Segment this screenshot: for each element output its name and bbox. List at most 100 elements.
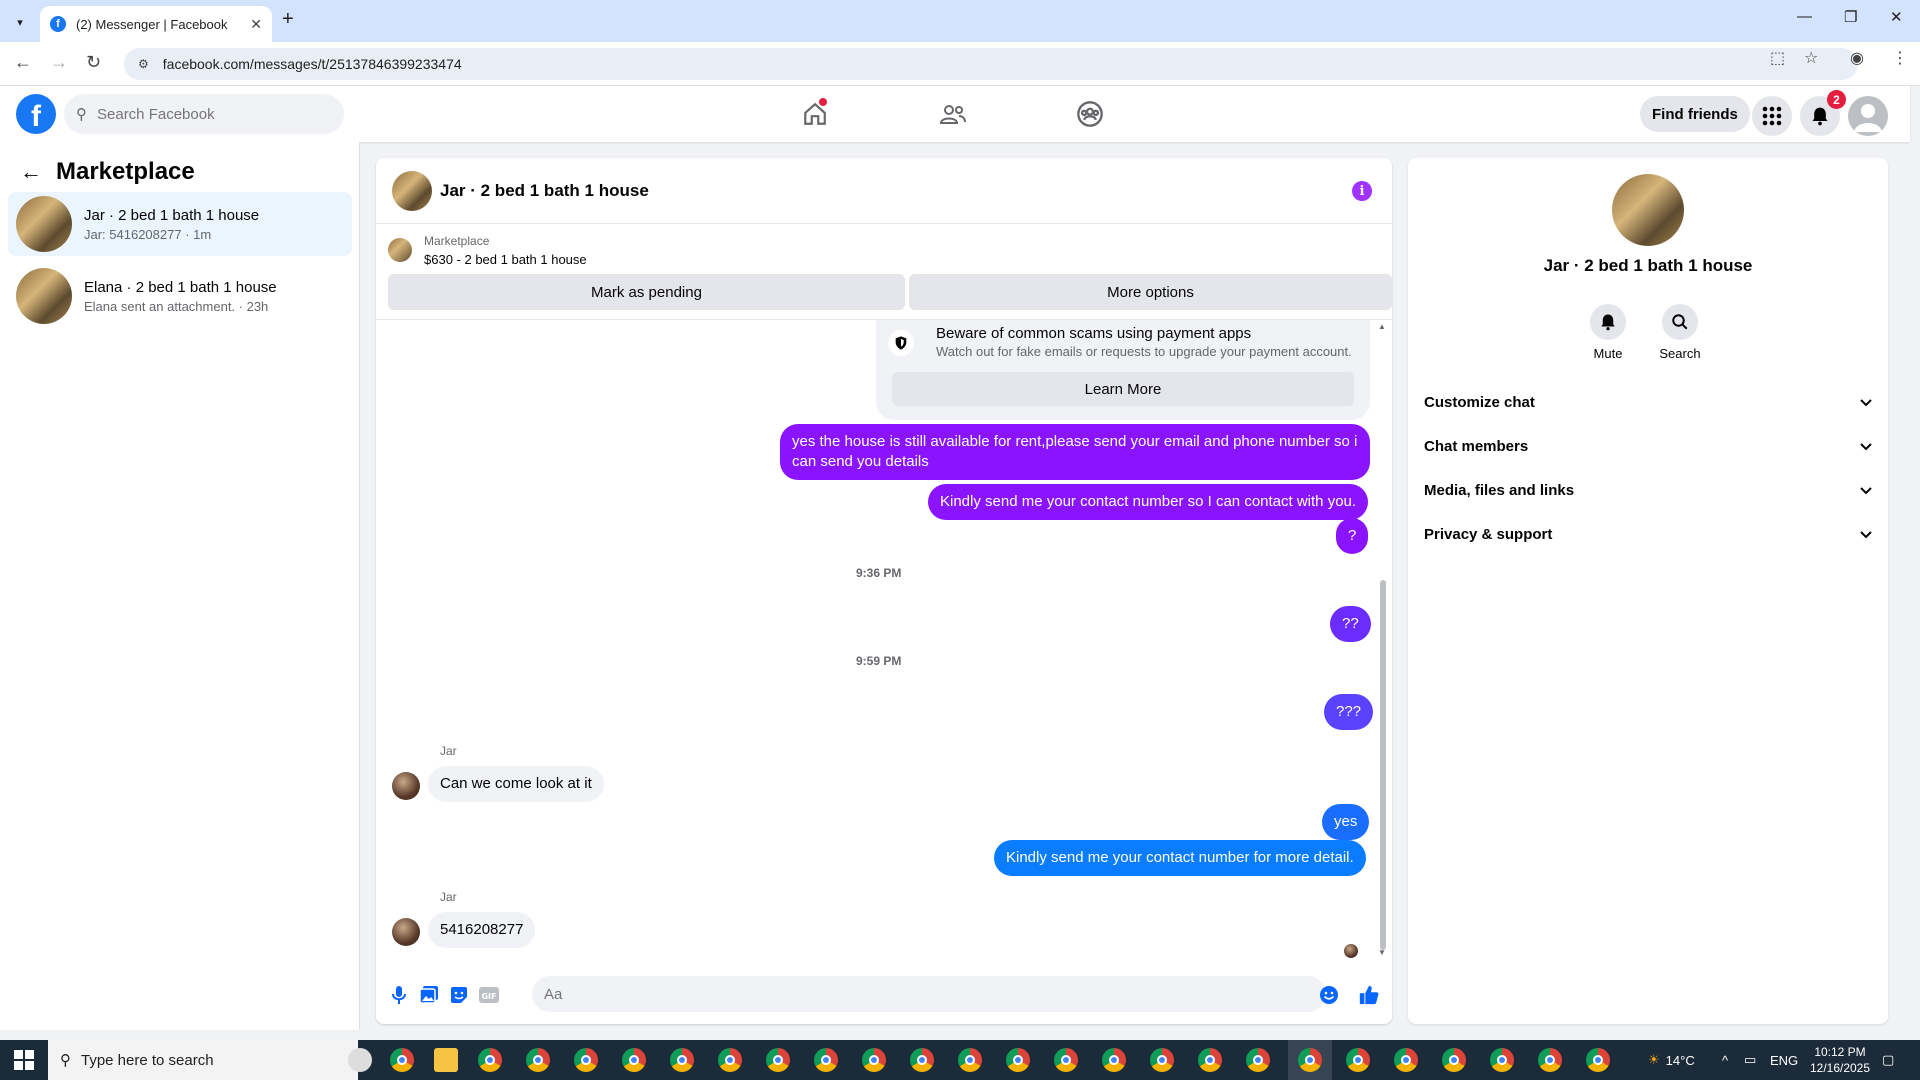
search-action[interactable]: Search — [1650, 304, 1710, 361]
chrome-icon[interactable] — [670, 1048, 694, 1072]
message-scrollbar[interactable]: ▲ ▼ — [1378, 320, 1388, 960]
taskbar-clock[interactable]: 10:12 PM 12/16/2025 — [1800, 1044, 1880, 1076]
message-bubble-outgoing[interactable]: Kindly send me your contact number so I … — [928, 484, 1369, 520]
message-input[interactable] — [544, 985, 1264, 1003]
url-field[interactable]: ⚙ facebook.com/messages/t/25137846399233… — [124, 48, 1858, 80]
message-bubble-outgoing[interactable]: ? — [1336, 518, 1369, 554]
facebook-logo[interactable]: f — [16, 94, 56, 134]
facebook-search[interactable]: ⚲ — [64, 94, 344, 134]
browser-menu-icon[interactable]: ⋮ — [1892, 48, 1908, 68]
message-bubble-outgoing[interactable]: ??? — [1324, 694, 1374, 730]
message-bubble-outgoing[interactable]: Kindly send me your contact number for m… — [994, 840, 1366, 876]
message-bubble-incoming[interactable]: Can we come look at it — [428, 766, 604, 802]
browser-tab[interactable]: f (2) Messenger | Facebook ✕ — [40, 6, 272, 42]
chrome-icon[interactable] — [1490, 1048, 1514, 1072]
chat-avatar[interactable] — [392, 170, 432, 211]
scroll-up-icon[interactable]: ▲ — [1378, 322, 1386, 331]
chrome-icon[interactable] — [1394, 1048, 1418, 1072]
microphone-icon[interactable] — [388, 984, 410, 1006]
restore-icon[interactable]: ❐ — [1844, 8, 1857, 26]
chrome-icon[interactable] — [390, 1048, 414, 1072]
sender-avatar[interactable] — [392, 772, 420, 800]
window-close-icon[interactable]: ✕ — [1890, 8, 1903, 26]
chrome-icon[interactable] — [622, 1048, 646, 1072]
chrome-icon[interactable] — [1246, 1048, 1270, 1072]
tab-search-icon[interactable]: ▾ — [8, 10, 32, 34]
conversation-item-jar[interactable]: Jar · 2 bed 1 bath 1 house Jar: 54162082… — [8, 192, 352, 256]
conversation-item-elana[interactable]: Elana · 2 bed 1 bath 1 house Elana sent … — [8, 264, 352, 328]
more-options-button[interactable]: More options — [909, 274, 1392, 310]
gif-icon[interactable]: GIF — [478, 984, 500, 1006]
chrome-icon[interactable] — [814, 1048, 838, 1072]
chrome-icon[interactable] — [910, 1048, 934, 1072]
listing-thumbnail[interactable] — [388, 238, 412, 262]
back-arrow-icon[interactable]: ← — [20, 159, 42, 185]
message-bubble-outgoing[interactable]: yes the house is still available for ren… — [780, 424, 1370, 480]
chrome-icon[interactable] — [1102, 1048, 1126, 1072]
tab-close-icon[interactable]: ✕ — [250, 16, 262, 33]
groups-nav-icon[interactable] — [1072, 96, 1108, 132]
windows-start-icon[interactable] — [14, 1050, 34, 1070]
mute-action[interactable]: Mute — [1578, 304, 1638, 361]
chrome-icon[interactable] — [526, 1048, 550, 1072]
reload-icon[interactable]: ↻ — [86, 52, 101, 73]
message-bubble-outgoing[interactable]: yes — [1322, 804, 1370, 840]
scroll-down-icon[interactable]: ▼ — [1378, 948, 1386, 957]
learn-more-button[interactable]: Learn More — [892, 372, 1354, 406]
chat-title[interactable]: Jar · 2 bed 1 bath 1 house — [440, 181, 649, 201]
notifications-bell-icon[interactable]: 2 — [1800, 90, 1846, 136]
friends-nav-icon[interactable] — [935, 96, 971, 132]
message-bubble-incoming[interactable]: 5416208277 — [428, 912, 536, 948]
chrome-icon[interactable] — [862, 1048, 886, 1072]
photo-attach-icon[interactable] — [418, 984, 440, 1006]
chrome-icon[interactable] — [766, 1048, 790, 1072]
site-info-icon[interactable]: ⚙ — [138, 57, 149, 71]
forward-icon[interactable]: → — [50, 52, 68, 73]
network-icon[interactable]: ▭ — [1744, 1040, 1756, 1080]
contact-avatar[interactable] — [1612, 174, 1684, 246]
chrome-icon[interactable] — [1054, 1048, 1078, 1072]
notification-center-icon[interactable]: ▢ — [1882, 1040, 1894, 1080]
chrome-icon[interactable] — [1538, 1048, 1562, 1072]
chrome-icon[interactable] — [1298, 1048, 1322, 1072]
chrome-icon[interactable] — [574, 1048, 598, 1072]
account-avatar[interactable] — [1848, 96, 1888, 136]
bell-icon[interactable] — [1590, 304, 1626, 340]
chrome-icon[interactable] — [1442, 1048, 1466, 1072]
file-explorer-icon[interactable] — [434, 1048, 458, 1072]
message-input-field[interactable] — [532, 976, 1326, 1012]
chrome-icon[interactable] — [1150, 1048, 1174, 1072]
chrome-icon[interactable] — [1586, 1048, 1610, 1072]
listing-price[interactable]: $630 - 2 bed 1 bath 1 house — [424, 252, 587, 267]
back-icon[interactable]: ← — [14, 52, 32, 73]
thumbs-up-icon[interactable] — [1358, 984, 1380, 1006]
chrome-icon[interactable] — [958, 1048, 982, 1072]
language-indicator[interactable]: ENG — [1770, 1040, 1798, 1080]
taskbar-search[interactable]: ⚲ Type here to search — [48, 1040, 358, 1080]
home-nav-icon[interactable] — [797, 96, 833, 132]
weather-widget[interactable]: ☀ 14°C — [1648, 1040, 1695, 1080]
mark-as-pending-button[interactable]: Mark as pending — [388, 274, 905, 310]
find-friends-button[interactable]: Find friends — [1640, 96, 1750, 132]
tray-chevron-icon[interactable]: ^ — [1722, 1040, 1728, 1080]
profile-icon[interactable]: ◉ — [1850, 48, 1864, 68]
media-files-links-section[interactable]: Media, files and links — [1424, 468, 1872, 512]
magnifier-icon[interactable] — [1662, 304, 1698, 340]
conversation-info-icon[interactable]: i — [1352, 181, 1372, 201]
chrome-icon[interactable] — [1198, 1048, 1222, 1072]
chrome-icon[interactable] — [718, 1048, 742, 1072]
facebook-search-input[interactable] — [97, 105, 317, 123]
chrome-icon[interactable] — [1006, 1048, 1030, 1072]
new-tab-icon[interactable]: + — [282, 8, 294, 31]
chrome-icon[interactable] — [478, 1048, 502, 1072]
message-bubble-outgoing[interactable]: ?? — [1330, 606, 1371, 642]
scrollbar-thumb[interactable] — [1380, 580, 1386, 950]
chrome-icon[interactable] — [1346, 1048, 1370, 1072]
sticker-icon[interactable] — [448, 984, 470, 1006]
privacy-support-section[interactable]: Privacy & support — [1424, 512, 1872, 556]
customize-chat-section[interactable]: Customize chat — [1424, 380, 1872, 424]
menu-grid-icon[interactable] — [1752, 96, 1792, 136]
minimize-icon[interactable]: — — [1797, 8, 1812, 25]
sender-avatar[interactable] — [392, 918, 420, 946]
chat-members-section[interactable]: Chat members — [1424, 424, 1872, 468]
